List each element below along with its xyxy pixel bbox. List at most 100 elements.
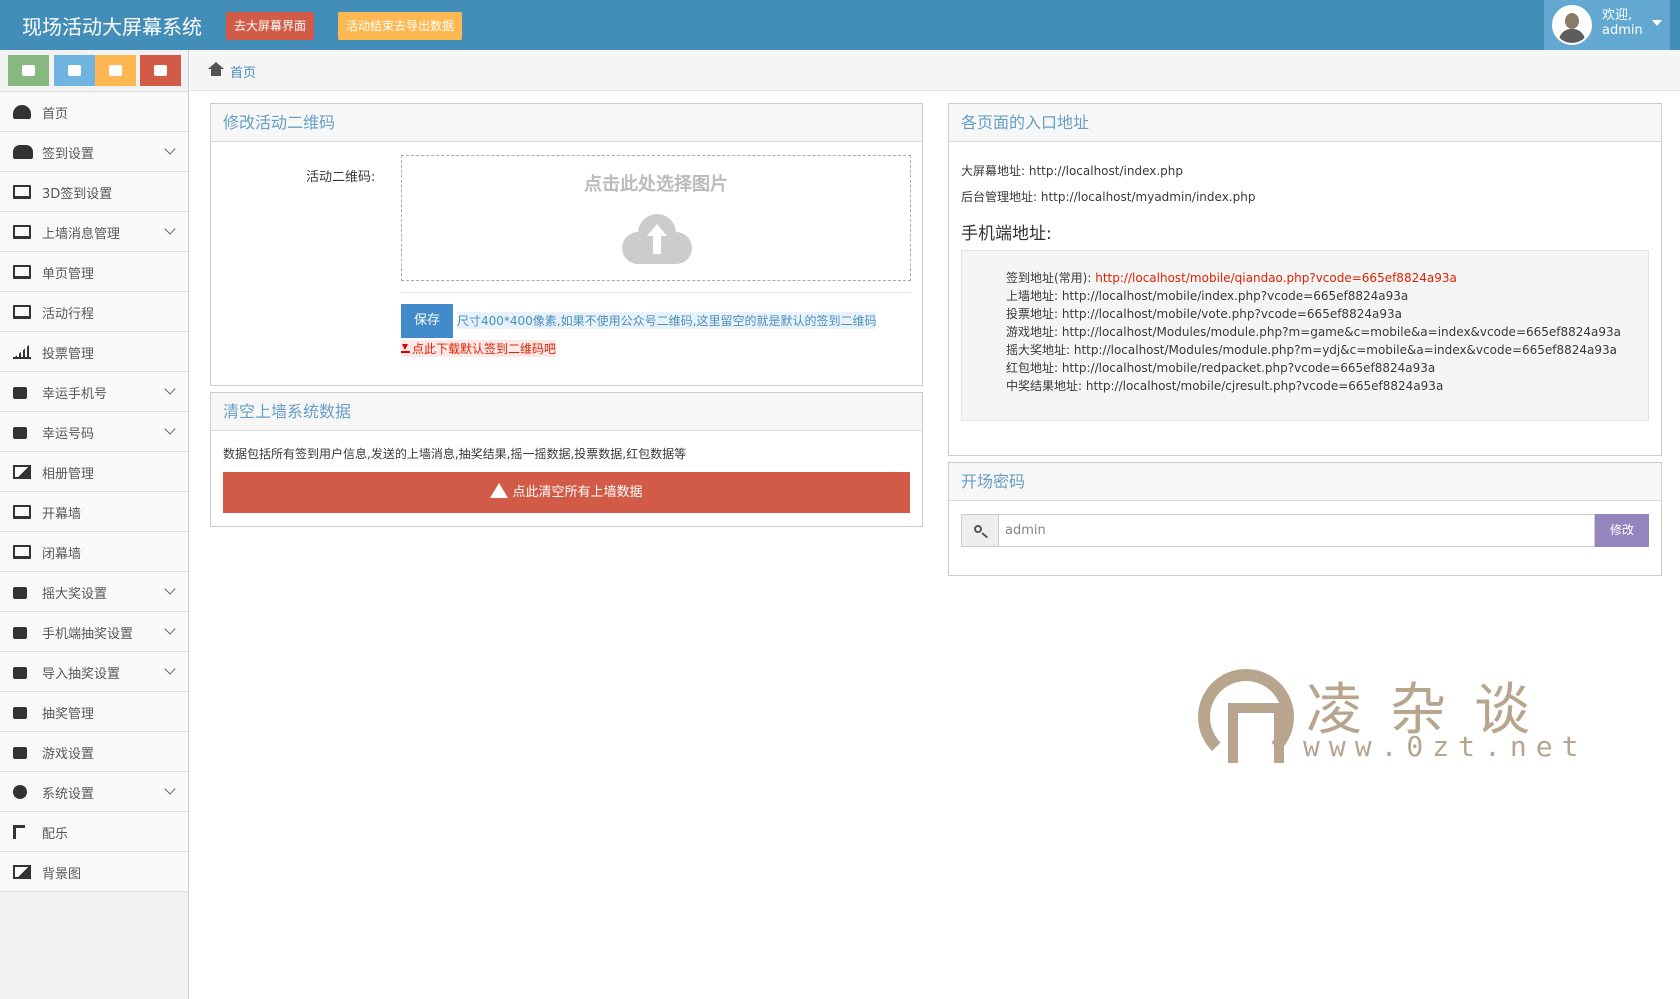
sidebar-item-signin[interactable]: 签到设置 — [0, 132, 188, 172]
sidebar-item-label: 手机端抽奖设置 — [42, 627, 134, 642]
signin-url-line[interactable]: 签到地址(常用): http://localhost/mobile/qianda… — [1006, 269, 1457, 286]
shortcut-users-button[interactable] — [95, 55, 136, 86]
sidebar-item-single-page[interactable]: 单页管理 — [0, 252, 188, 292]
sidebar-item-system-settings[interactable]: 系统设置 — [0, 772, 188, 812]
sidebar-item-label: 签到设置 — [42, 147, 95, 162]
sidebar-item-lucky-number[interactable]: 幸运号码 — [0, 412, 188, 452]
clear-widget-title: 清空上墙系统数据 — [211, 393, 922, 431]
picture-icon — [13, 865, 31, 879]
image-upload-dropzone[interactable]: 点击此处选择图片 — [401, 155, 911, 281]
user-menu[interactable]: 欢迎, admin — [1544, 0, 1670, 50]
dashboard-icon — [13, 105, 31, 119]
gift-icon — [13, 707, 27, 719]
clear-all-data-button[interactable]: 点此清空所有上墙数据 — [223, 472, 910, 526]
signal-bars-icon — [13, 345, 31, 359]
password-widget-title: 开场密码 — [949, 463, 1661, 501]
key-icon — [974, 525, 982, 533]
sidebar-item-label: 摇大奖设置 — [42, 587, 108, 602]
sidebar-item-import-lottery[interactable]: 导入抽奖设置 — [0, 652, 188, 692]
sidebar-item-label: 幸运手机号 — [42, 387, 108, 402]
music-icon — [13, 825, 25, 839]
wall-url[interactable]: 上墙地址: http://localhost/mobile/index.php?… — [1006, 287, 1408, 304]
sidebar-item-label: 背景图 — [42, 867, 82, 882]
sidebar-item-vote[interactable]: 投票管理 — [0, 332, 188, 372]
sidebar-item-opening-wall[interactable]: 开幕墙 — [0, 492, 188, 532]
clear-button-label: 点此清空所有上墙数据 — [512, 485, 643, 500]
breadcrumb-home-link[interactable]: 首页 — [230, 62, 256, 81]
entry-urls-widget: 各页面的入口地址 大屏幕地址: http://localhost/index.p… — [948, 103, 1662, 456]
sidebar-item-label: 闭幕墙 — [42, 547, 82, 562]
sidebar-item-closing-wall[interactable]: 闭幕墙 — [0, 532, 188, 572]
sidebar-item-label: 抽奖管理 — [42, 707, 95, 722]
sidebar-item-album[interactable]: 相册管理 — [0, 452, 188, 492]
vote-url[interactable]: 投票地址: http://localhost/mobile/vote.php?v… — [1006, 305, 1402, 322]
brand-title[interactable]: 现场活动大屏幕系统 — [22, 11, 202, 40]
sidebar-item-mobile-lottery[interactable]: 手机端抽奖设置 — [0, 612, 188, 652]
sidebar-item-label: 单页管理 — [42, 267, 95, 282]
sidebar-item-label: 活动行程 — [42, 307, 95, 322]
chevron-down-icon — [164, 783, 176, 795]
gift-icon — [13, 747, 27, 759]
entry-widget-title: 各页面的入口地址 — [949, 104, 1661, 142]
download-icon — [401, 344, 410, 353]
shortcut-comment-button[interactable] — [8, 55, 49, 86]
top-navbar: 现场活动大屏幕系统 去大屏幕界面 活动结束去导出数据 欢迎, admin — [0, 0, 1680, 50]
divider — [401, 292, 911, 293]
username-text: admin — [1602, 23, 1643, 38]
export-data-button[interactable]: 活动结束去导出数据 — [338, 12, 462, 40]
shake-prize-url[interactable]: 摇大奖地址: http://localhost/Modules/module.p… — [1006, 341, 1617, 358]
gift-icon — [13, 387, 27, 399]
cogs-icon — [154, 65, 167, 76]
breadcrumb: 首页 — [190, 50, 1680, 91]
signin-url[interactable]: http://localhost/mobile/qiandao.php?vcod… — [1095, 271, 1457, 285]
sidebar-item-home[interactable]: 首页 — [0, 92, 188, 132]
opening-password-input[interactable] — [998, 514, 1595, 547]
sidebar-item-lucky-phone[interactable]: 幸运手机号 — [0, 372, 188, 412]
shortcut-edit-button[interactable] — [54, 55, 95, 86]
gift-icon — [13, 587, 27, 599]
opening-password-widget: 开场密码 修改 — [948, 462, 1662, 576]
chevron-down-icon — [164, 623, 176, 635]
goto-bigscreen-button[interactable]: 去大屏幕界面 — [226, 12, 314, 40]
gift-icon — [13, 627, 27, 639]
comment-icon — [22, 65, 35, 76]
sidebar-item-music[interactable]: 配乐 — [0, 812, 188, 852]
desktop-icon — [13, 225, 31, 239]
game-url[interactable]: 游戏地址: http://localhost/Modules/module.ph… — [1006, 323, 1621, 340]
qr-size-hint: 尺寸400*400像素,如果不使用公众号二维码,这里留空的就是默认的签到二维码 — [457, 312, 877, 329]
desktop-icon — [13, 545, 31, 559]
save-qr-button[interactable]: 保存 — [401, 304, 453, 338]
watermark: 凌杂谈 www.0zt.net — [1198, 665, 1598, 765]
sidebar-item-label: 开幕墙 — [42, 507, 82, 522]
sidebar-item-lottery-manage[interactable]: 抽奖管理 — [0, 692, 188, 732]
sidebar-item-wall-messages[interactable]: 上墙消息管理 — [0, 212, 188, 252]
bigscreen-url[interactable]: 大屏幕地址: http://localhost/index.php — [961, 162, 1183, 179]
redpacket-url[interactable]: 红包地址: http://localhost/mobile/redpacket.… — [1006, 359, 1435, 376]
sidebar-item-label: 首页 — [42, 107, 69, 122]
sidebar-item-3d-signin[interactable]: 3D签到设置 — [0, 172, 188, 212]
download-default-qr-link[interactable]: 点此下载默认签到二维码吧 — [401, 340, 557, 357]
mobile-urls-well: 签到地址(常用): http://localhost/mobile/qianda… — [961, 250, 1649, 421]
sidebar-item-game-settings[interactable]: 游戏设置 — [0, 732, 188, 772]
cloud-upload-icon — [622, 214, 692, 264]
chevron-down-icon — [164, 223, 176, 235]
sidebar-item-label: 3D签到设置 — [42, 187, 113, 202]
home-icon — [208, 62, 224, 76]
modify-password-button[interactable]: 修改 — [1595, 514, 1649, 547]
sidebar-item-shake-prize[interactable]: 摇大奖设置 — [0, 572, 188, 612]
desktop-icon — [13, 305, 31, 319]
sidebar-item-label: 幸运号码 — [42, 427, 95, 442]
chevron-down-icon — [164, 583, 176, 595]
gift-icon — [13, 427, 27, 439]
desktop-icon — [13, 505, 31, 519]
sidebar-item-label: 相册管理 — [42, 467, 95, 482]
sidebar-item-schedule[interactable]: 活动行程 — [0, 292, 188, 332]
caret-down-icon — [1652, 20, 1662, 26]
admin-url[interactable]: 后台管理地址: http://localhost/myadmin/index.p… — [961, 188, 1255, 205]
shortcut-settings-button[interactable] — [140, 55, 181, 86]
lottery-result-url[interactable]: 中奖结果地址: http://localhost/mobile/cjresult… — [1006, 377, 1443, 394]
avatar — [1552, 5, 1592, 45]
sidebar-item-label: 游戏设置 — [42, 747, 95, 762]
sidebar-item-background[interactable]: 背景图 — [0, 852, 188, 892]
clear-data-widget: 清空上墙系统数据 数据包括所有签到用户信息,发送的上墙消息,抽奖结果,摇一摇数据… — [210, 392, 923, 527]
